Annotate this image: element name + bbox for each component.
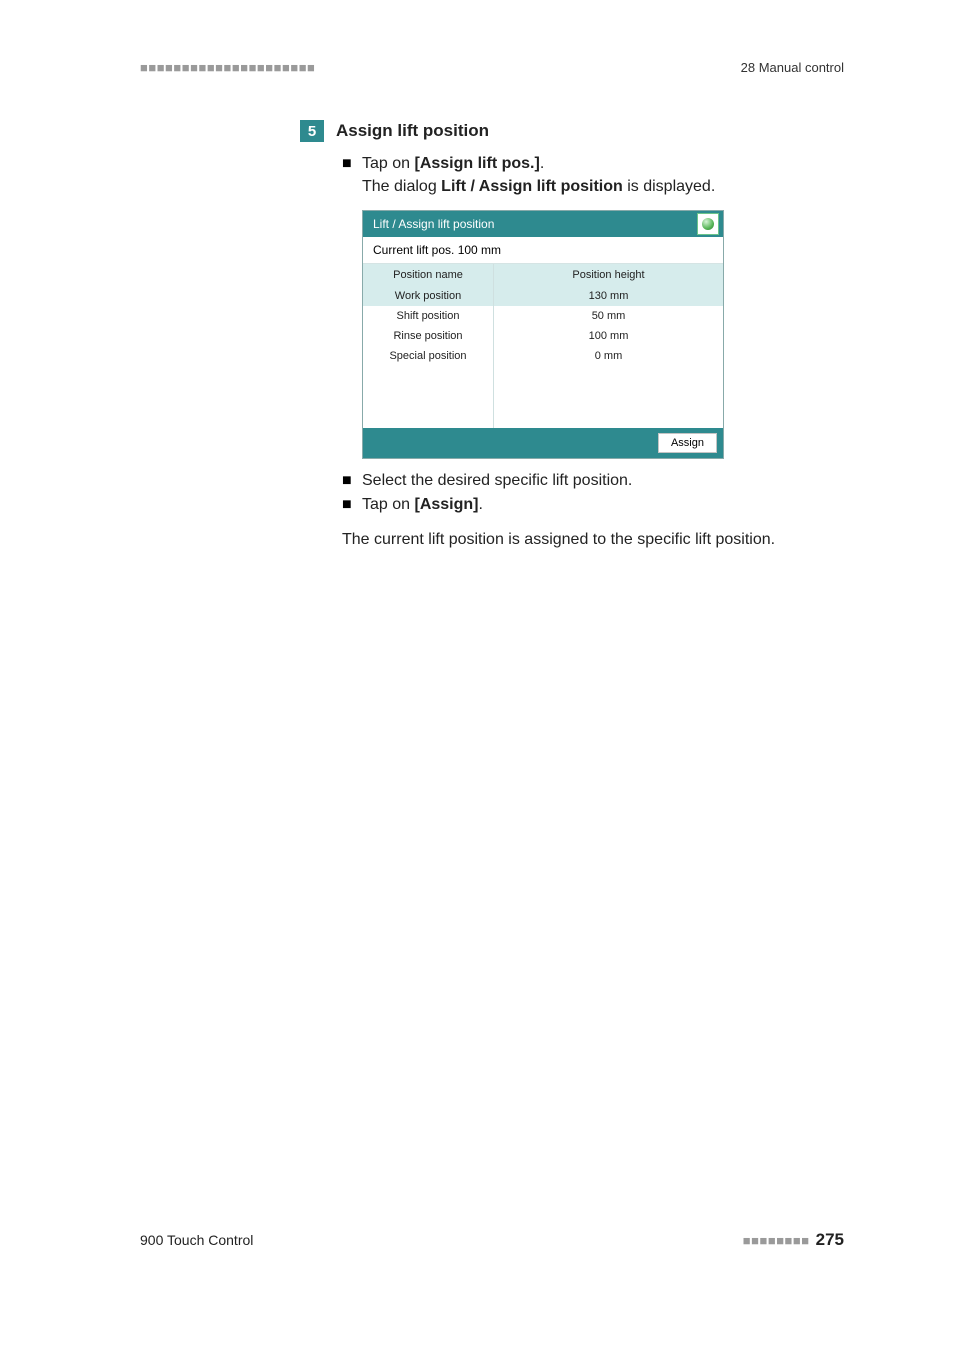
step-number-badge: 5 (300, 120, 324, 142)
table-row[interactable]: Shift position 50 mm (363, 306, 723, 326)
text: . (478, 496, 482, 513)
footer-right: ■■■■■■■■ 275 (743, 1230, 844, 1250)
page-number: 275 (816, 1230, 844, 1250)
bullet-icon: ■ (342, 469, 350, 492)
header-section: 28 Manual control (741, 60, 844, 75)
bullet-text: Tap on [Assign]. (362, 493, 483, 516)
dialog-table: Position name Position height Work posit… (363, 264, 723, 428)
page-footer: 900 Touch Control ■■■■■■■■ 275 (140, 1230, 844, 1250)
text: Tap on (362, 496, 414, 513)
cell-height: 130 mm (494, 286, 723, 306)
bullet-item: ■ Tap on [Assign]. (342, 493, 844, 516)
col-header-height: Position height (494, 264, 723, 286)
button-reference: [Assign lift pos.] (414, 155, 539, 172)
footer-left: 900 Touch Control (140, 1232, 253, 1248)
dialog-title-text: Lift / Assign lift position (373, 217, 494, 231)
footer-dashes: ■■■■■■■■ (743, 1233, 810, 1248)
bullet-item: ■ Select the desired specific lift posit… (342, 469, 844, 492)
text: The dialog (362, 178, 441, 195)
text: is displayed. (623, 178, 716, 195)
dialog-footer: Assign (363, 428, 723, 458)
dialog-screenshot: Lift / Assign lift position Current lift… (362, 210, 724, 459)
page-header: ■■■■■■■■■■■■■■■■■■■■■ 28 Manual control (140, 60, 844, 75)
button-reference: [Assign] (414, 496, 478, 513)
cell-height: 50 mm (494, 306, 723, 326)
bullet-item: ■ Tap on [Assign lift pos.]. (342, 152, 844, 175)
bullet-text: Select the desired specific lift positio… (362, 469, 632, 492)
bullet-list-1: ■ Tap on [Assign lift pos.]. (342, 152, 844, 175)
closing-paragraph: The current lift position is assigned to… (342, 528, 844, 551)
table-row[interactable]: Rinse position 100 mm (363, 326, 723, 346)
content-area: 5 Assign lift position ■ Tap on [Assign … (300, 120, 844, 551)
follow-up-text: The dialog Lift / Assign lift position i… (362, 175, 844, 198)
bullet-list-2: ■ Select the desired specific lift posit… (342, 469, 844, 515)
cell-name: Rinse position (363, 326, 494, 346)
dialog-subtitle: Current lift pos. 100 mm (363, 237, 723, 264)
cell-name: Shift position (363, 306, 494, 326)
step-title: Assign lift position (336, 121, 489, 141)
text: . (540, 155, 544, 172)
cell-name: Work position (363, 286, 494, 306)
dialog-name: Lift / Assign lift position (441, 178, 623, 195)
bullet-icon: ■ (342, 493, 350, 516)
col-header-name: Position name (363, 264, 494, 286)
table-header: Position name Position height (363, 264, 723, 286)
text: Tap on (362, 155, 414, 172)
cell-height: 0 mm (494, 346, 723, 366)
table-blank-area (363, 366, 723, 428)
cell-height: 100 mm (494, 326, 723, 346)
assign-button[interactable]: Assign (658, 433, 717, 453)
table-row[interactable]: Special position 0 mm (363, 346, 723, 366)
dialog-titlebar: Lift / Assign lift position (363, 211, 723, 237)
bullet-text: Tap on [Assign lift pos.]. (362, 152, 544, 175)
status-orb-icon (697, 213, 719, 235)
step-heading: 5 Assign lift position (300, 120, 844, 142)
cell-name: Special position (363, 346, 494, 366)
bullet-icon: ■ (342, 152, 350, 175)
header-dashes: ■■■■■■■■■■■■■■■■■■■■■ (140, 60, 315, 75)
table-row[interactable]: Work position 130 mm (363, 286, 723, 306)
